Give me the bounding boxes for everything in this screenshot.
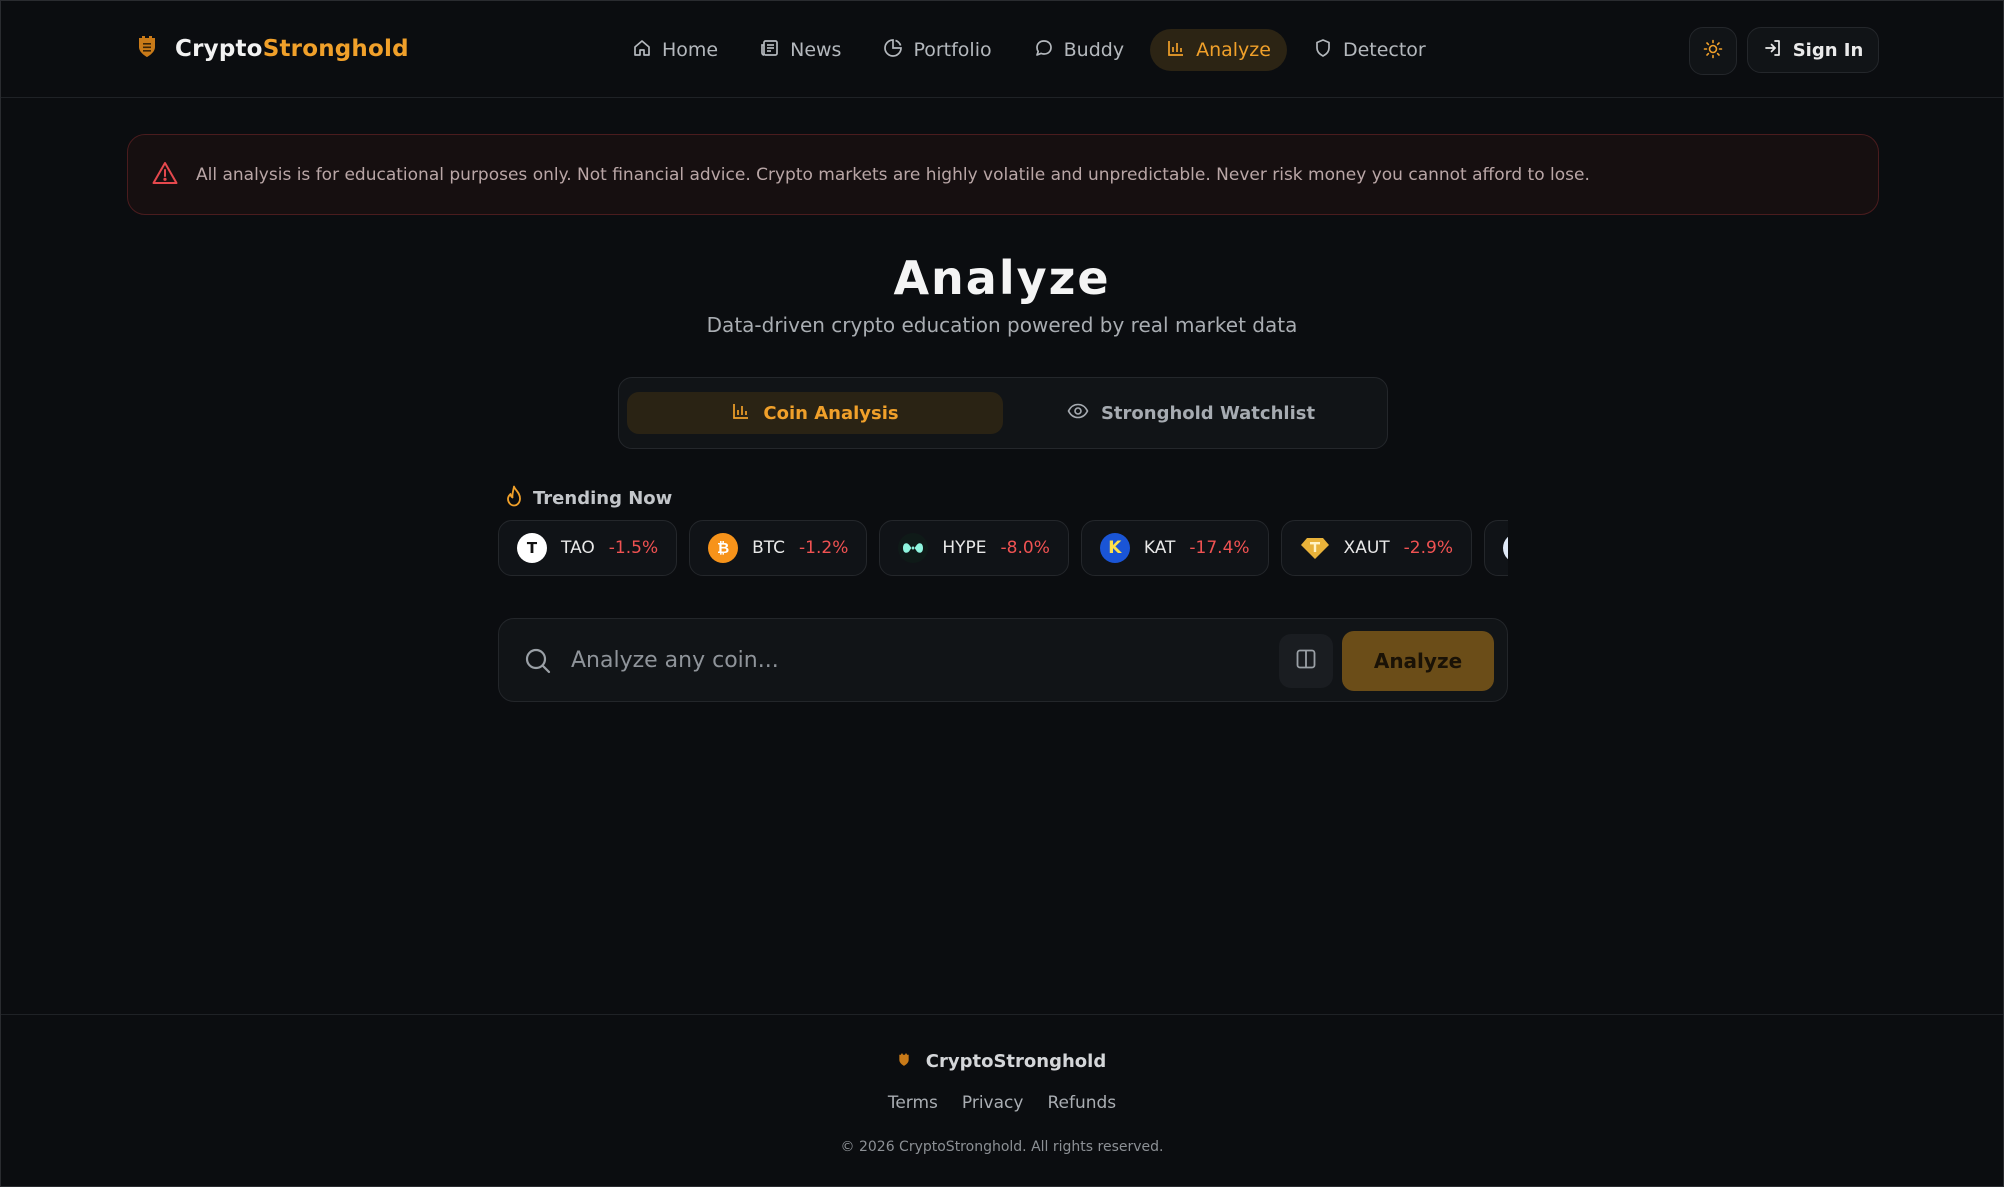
btc-coin-icon: ₿ (708, 533, 739, 563)
main-nav: Home News Portfolio Buddy Analyze Detect… (616, 29, 1442, 71)
penguin-coin-icon (1502, 533, 1508, 563)
eye-icon (1067, 401, 1089, 426)
nav-detector[interactable]: Detector (1297, 29, 1442, 71)
footer: CryptoStronghold Terms Privacy Refunds ©… (1, 1014, 2003, 1187)
coin-change: -1.2% (799, 538, 849, 558)
footer-logo[interactable]: CryptoStronghold (1, 1051, 2003, 1072)
footer-link-refunds[interactable]: Refunds (1047, 1093, 1116, 1113)
nav-news[interactable]: News (744, 29, 857, 71)
sign-in-button[interactable]: Sign In (1747, 27, 1879, 73)
disclaimer-text: All analysis is for educational purposes… (196, 164, 1590, 185)
nav-home[interactable]: Home (616, 29, 734, 71)
nav-portfolio[interactable]: Portfolio (867, 29, 1007, 71)
warning-triangle-icon (152, 161, 178, 189)
tab-watchlist[interactable]: Stronghold Watchlist (1003, 392, 1379, 434)
trending-label: Trending Now (533, 488, 673, 509)
coin-symbol: XAUT (1343, 538, 1390, 558)
trending-coins-list: T TAO -1.5% ₿ BTC -1.2% HYPE -8.0% K KAT… (498, 520, 1508, 578)
nav-analyze[interactable]: Analyze (1150, 29, 1287, 71)
page-title: Analyze (893, 251, 1111, 305)
xaut-coin-icon (1300, 533, 1330, 563)
coin-change: -17.4% (1189, 538, 1250, 558)
app-window: CryptoStronghold Home News Portfolio Bud… (0, 0, 2004, 1187)
bar-chart-icon (731, 401, 751, 426)
footer-link-terms[interactable]: Terms (888, 1093, 938, 1113)
coin-change: -2.9% (1403, 538, 1453, 558)
nav-buddy-label: Buddy (1063, 39, 1125, 61)
tab-coin-analysis-label: Coin Analysis (763, 402, 899, 424)
nav-detector-label: Detector (1342, 39, 1426, 61)
coin-change: -1.5% (608, 538, 659, 558)
footer-links: Terms Privacy Refunds (1, 1093, 2003, 1113)
pie-chart-icon (883, 38, 903, 63)
footer-link-privacy[interactable]: Privacy (962, 1093, 1024, 1113)
tab-watchlist-label: Stronghold Watchlist (1100, 402, 1316, 424)
trending-coin-chip[interactable]: XAUT -2.9% (1280, 520, 1472, 576)
analysis-tabs: Coin Analysis Stronghold Watchlist (618, 377, 1388, 449)
nav-news-label: News (790, 39, 842, 61)
login-icon (1763, 38, 1783, 63)
logo-text: CryptoStronghold (175, 36, 409, 62)
kat-coin-icon: K (1099, 533, 1130, 563)
bar-chart-icon (1166, 38, 1186, 63)
coin-symbol: TAO (561, 538, 595, 558)
compare-toggle-button[interactable] (1279, 634, 1333, 688)
home-icon (632, 38, 652, 63)
newspaper-icon (760, 38, 780, 63)
coin-search-input[interactable] (571, 637, 1251, 683)
search-icon (523, 646, 553, 680)
tao-coin-icon: T (517, 533, 547, 563)
chat-bubble-icon (1034, 38, 1054, 63)
trending-coin-chip[interactable]: P (1483, 520, 1508, 576)
sun-icon (1703, 39, 1723, 63)
nav-home-label: Home (662, 39, 719, 61)
shield-logo-icon (137, 35, 157, 63)
trending-coin-chip[interactable]: ₿ BTC -1.2% (689, 520, 868, 576)
page-subtitle: Data-driven crypto education powered by … (706, 313, 1298, 337)
flame-icon (505, 485, 523, 512)
hype-coin-icon (898, 533, 929, 563)
nav-buddy[interactable]: Buddy (1018, 29, 1140, 71)
trending-header: Trending Now (505, 485, 672, 512)
sign-in-label: Sign In (1792, 39, 1864, 61)
coin-symbol: KAT (1143, 538, 1176, 558)
theme-toggle-button[interactable] (1689, 27, 1737, 75)
nav-portfolio-label: Portfolio (913, 39, 992, 61)
trending-coin-chip[interactable]: K KAT -17.4% (1080, 520, 1269, 576)
footer-logo-text: CryptoStronghold (925, 1051, 1107, 1072)
copyright-text: © 2026 CryptoStronghold. All rights rese… (840, 1139, 1164, 1155)
coin-change: -8.0% (1000, 538, 1050, 558)
top-navbar: CryptoStronghold Home News Portfolio Bud… (1, 1, 2003, 98)
coin-search-bar: Analyze (498, 618, 1508, 702)
coin-symbol: BTC (752, 538, 786, 558)
logo[interactable]: CryptoStronghold (137, 35, 409, 63)
shield-logo-icon (898, 1051, 910, 1072)
trending-coin-chip[interactable]: HYPE -8.0% (879, 520, 1069, 576)
shield-icon (1313, 38, 1333, 63)
trending-coin-chip[interactable]: T TAO -1.5% (498, 520, 678, 576)
coin-symbol: HYPE (942, 538, 987, 558)
nav-analyze-label: Analyze (1196, 39, 1271, 61)
split-panel-icon (1295, 648, 1317, 674)
tab-coin-analysis[interactable]: Coin Analysis (627, 392, 1003, 434)
disclaimer-banner: All analysis is for educational purposes… (127, 134, 1879, 215)
analyze-button[interactable]: Analyze (1342, 631, 1494, 691)
